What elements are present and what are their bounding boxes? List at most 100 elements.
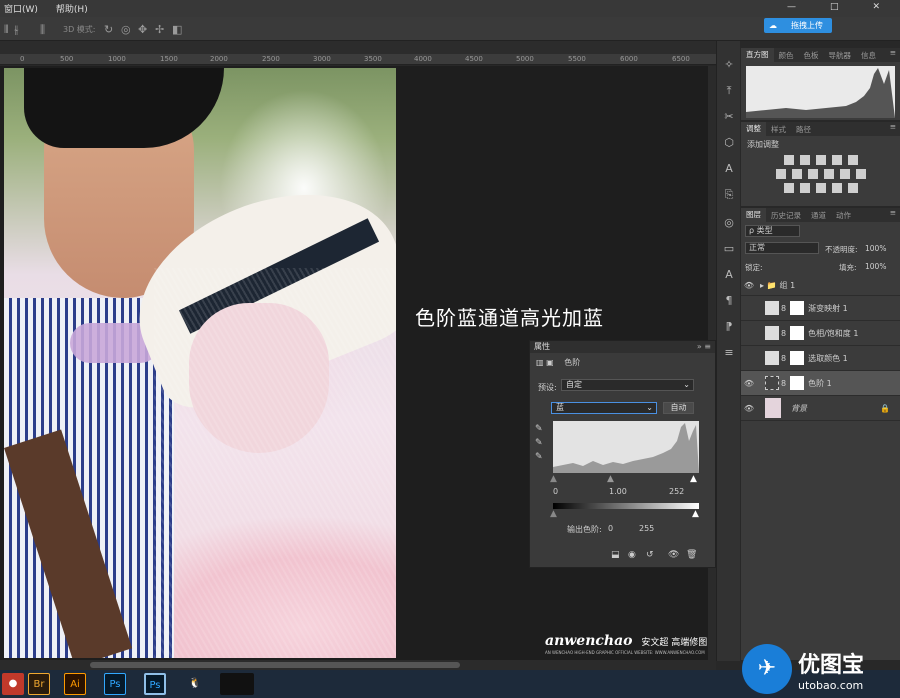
scroll-thumb[interactable] xyxy=(90,662,460,668)
exposure-icon[interactable] xyxy=(831,155,842,165)
character-icon[interactable]: A xyxy=(721,161,737,177)
view-previous-icon[interactable]: ◉ xyxy=(628,550,636,560)
tab-channels[interactable]: 通道 xyxy=(806,210,831,221)
photoshop-app[interactable]: Ps xyxy=(104,673,126,695)
3d-camera-icon[interactable]: ◧ xyxy=(172,23,182,36)
blend-mode-select[interactable]: 正常 xyxy=(745,242,819,254)
panel-menu-icon[interactable]: ≡ xyxy=(890,208,896,217)
glyph-icon[interactable]: ⁋ xyxy=(721,319,737,335)
tab-layers[interactable]: 图层 xyxy=(741,208,766,222)
maximize-button[interactable]: □ xyxy=(830,2,839,12)
close-button[interactable]: ✕ xyxy=(872,2,880,12)
eye-icon[interactable]: 👁 xyxy=(741,404,757,413)
layer-row[interactable]: 8 色相/饱和度 1 xyxy=(741,321,900,346)
fill-value[interactable]: 100% xyxy=(865,262,886,271)
threshold-icon[interactable] xyxy=(815,183,826,193)
upload-button[interactable]: ☁ 拖拽上传 xyxy=(764,18,832,33)
input-gamma[interactable]: 1.00 xyxy=(609,487,627,496)
vibrance-icon[interactable] xyxy=(847,155,858,165)
output-black-slider[interactable]: ▲ xyxy=(550,509,557,519)
align-left-icon[interactable]: ⫴ xyxy=(4,23,9,37)
input-black[interactable]: 0 xyxy=(553,487,558,496)
horizontal-scrollbar[interactable] xyxy=(0,660,716,670)
window-thumb[interactable] xyxy=(220,673,254,695)
history-icon[interactable]: ✧ xyxy=(721,57,737,73)
3d-icon[interactable]: ⬡ xyxy=(721,135,737,151)
3d-slide-icon[interactable]: ✢ xyxy=(155,23,164,36)
photo-filter-icon[interactable] xyxy=(823,169,834,179)
minimize-button[interactable]: — xyxy=(787,2,796,12)
tab-styles[interactable]: 样式 xyxy=(766,124,791,135)
bridge-app[interactable]: Br xyxy=(28,673,50,695)
tab-paths[interactable]: 路径 xyxy=(791,124,816,135)
output-white-slider[interactable]: ▲ xyxy=(692,509,699,519)
curves-icon[interactable] xyxy=(815,155,826,165)
hue-saturation-icon[interactable] xyxy=(775,169,786,179)
gray-eyedropper-icon[interactable]: ✎ xyxy=(535,438,543,448)
qq-icon[interactable]: 🐧 xyxy=(184,673,206,695)
gamma-slider[interactable]: ▲ xyxy=(607,474,614,484)
channel-select[interactable]: 蓝 ⌄ xyxy=(551,402,657,414)
photoshop-app-active[interactable]: Ps xyxy=(144,673,166,695)
tab-histogram[interactable]: 直方图 xyxy=(741,48,774,62)
delete-icon[interactable]: 🗑 xyxy=(686,550,697,560)
posterize-icon[interactable] xyxy=(799,183,810,193)
layer-row-selected[interactable]: 👁 8 色阶 1 xyxy=(741,371,900,396)
reset-icon[interactable]: ↺ xyxy=(646,550,654,560)
input-white[interactable]: 252 xyxy=(669,487,684,496)
black-eyedropper-icon[interactable]: ✎ xyxy=(535,424,543,434)
clip-to-layer-icon[interactable]: ⬓ xyxy=(611,550,620,560)
tool-preset-icon[interactable]: ✂ xyxy=(721,109,737,125)
illustrator-app[interactable]: Ai xyxy=(64,673,86,695)
align-center-icon[interactable]: ⫳ xyxy=(14,23,19,37)
start-button[interactable]: ● xyxy=(2,673,24,695)
brightness-icon[interactable] xyxy=(783,155,794,165)
tab-adjustments[interactable]: 调整 xyxy=(741,122,766,136)
tab-info[interactable]: 信息 xyxy=(856,50,881,61)
timeline-icon[interactable]: ◎ xyxy=(721,215,737,231)
tab-history[interactable]: 历史记录 xyxy=(766,210,806,221)
gradient-map-icon[interactable] xyxy=(847,183,858,193)
panel-menu-icon[interactable]: ≡ xyxy=(890,122,896,131)
3d-roll-icon[interactable]: ◎ xyxy=(121,23,131,36)
layer-row[interactable]: 8 选取颜色 1 xyxy=(741,346,900,371)
tab-swatches[interactable]: 色板 xyxy=(799,50,824,61)
white-eyedropper-icon[interactable]: ✎ xyxy=(535,452,543,462)
channel-mixer-icon[interactable] xyxy=(839,169,850,179)
eye-icon[interactable]: 👁 xyxy=(741,379,757,388)
levels-adj-icon[interactable] xyxy=(799,155,810,165)
menu-window[interactable]: 窗口(W) xyxy=(4,2,38,15)
adjust-icon[interactable]: ≡ xyxy=(721,345,737,361)
layer-row[interactable]: 👁 背景 🔒 xyxy=(741,396,900,421)
white-point-slider[interactable]: ▲ xyxy=(690,474,697,484)
eye-icon[interactable]: 👁 xyxy=(741,281,757,290)
distribute-icon[interactable]: ⫼ xyxy=(40,23,45,37)
color-balance-icon[interactable] xyxy=(791,169,802,179)
output-white[interactable]: 255 xyxy=(639,524,654,533)
clone-source-icon[interactable]: ⎘ xyxy=(721,187,737,203)
layer-filter-select[interactable]: ρ 类型 xyxy=(745,225,800,237)
visibility-icon[interactable]: 👁 xyxy=(668,550,679,560)
3d-rotate-icon[interactable]: ↻ xyxy=(104,23,113,36)
output-black[interactable]: 0 xyxy=(608,524,613,533)
opacity-value[interactable]: 100% xyxy=(865,244,886,253)
invert-icon[interactable] xyxy=(783,183,794,193)
black-point-slider[interactable]: ▲ xyxy=(550,474,557,484)
menu-help[interactable]: 帮助(H) xyxy=(56,2,88,15)
black-white-icon[interactable] xyxy=(807,169,818,179)
brush-preset-icon[interactable]: ⤒ xyxy=(721,83,737,99)
tab-navigator[interactable]: 导航器 xyxy=(824,50,857,61)
tab-actions[interactable]: 动作 xyxy=(831,210,856,221)
tab-color[interactable]: 颜色 xyxy=(774,50,799,61)
preset-select[interactable]: 自定 ⌄ xyxy=(561,379,694,391)
auto-button[interactable]: 自动 xyxy=(663,402,694,414)
layer-row[interactable]: 8 渐变映射 1 xyxy=(741,296,900,321)
paragraph-icon[interactable]: ¶ xyxy=(721,293,737,309)
3d-drag-icon[interactable]: ✥ xyxy=(138,23,147,36)
selective-color-icon[interactable] xyxy=(831,183,842,193)
path-icon[interactable]: ▭ xyxy=(721,241,737,257)
layer-row[interactable]: 👁 ▸ 📁 组 1 xyxy=(741,276,900,296)
panel-menu-icon[interactable]: ≡ xyxy=(890,48,896,57)
color-lookup-icon[interactable] xyxy=(855,169,866,179)
character-style-icon[interactable]: A xyxy=(721,267,737,283)
